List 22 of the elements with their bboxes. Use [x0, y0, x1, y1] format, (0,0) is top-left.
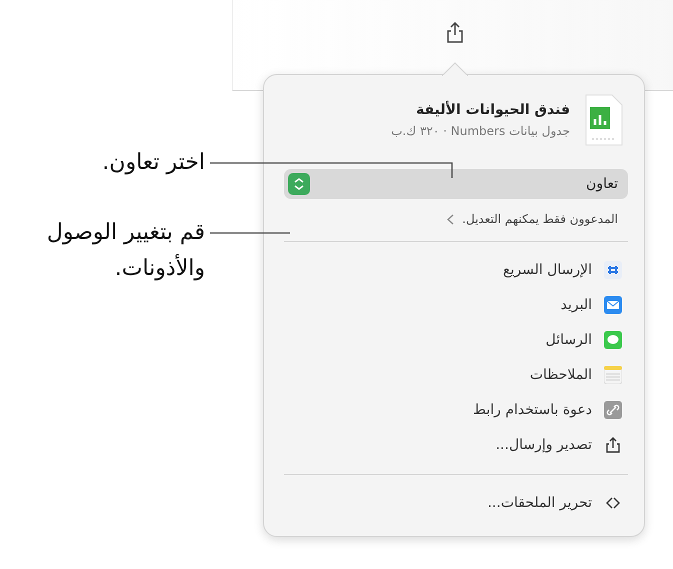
collaborate-popup[interactable]: تعاون [284, 169, 628, 199]
messages-icon [604, 330, 622, 348]
share-option[interactable]: البريد [284, 287, 628, 322]
share-option[interactable]: الرسائل [284, 322, 628, 357]
chevron-icon [447, 214, 454, 224]
share-option[interactable]: دعوة باستخدام رابط [284, 392, 628, 427]
spreadsheet-file-icon [584, 93, 624, 147]
notes-icon [604, 366, 622, 384]
callout-text: اختر تعاون. [101, 149, 205, 177]
link-icon [604, 400, 622, 418]
share-option[interactable]: تصدير وإرسال... [284, 427, 628, 462]
share-icon[interactable] [445, 22, 465, 44]
edit-extensions-item[interactable]: تحرير الملحقات... [284, 485, 628, 520]
export-icon [604, 436, 622, 454]
document-subtitle: جدول بيانات Numbers · ٣٢٠ ك.ب [391, 124, 570, 138]
share-option[interactable]: الإرسال السريع [284, 252, 628, 287]
mail-icon [604, 296, 622, 314]
access-setting[interactable]: المدعوون فقط يمكنهم التعديل. [284, 209, 628, 229]
callout-text: قم بتغيير الوصول والأذونات. [46, 219, 205, 283]
share-option[interactable]: الملاحظات [284, 357, 628, 392]
document-title: فندق الحيوانات الأليفة [414, 102, 570, 118]
stepper-icon [288, 173, 310, 195]
